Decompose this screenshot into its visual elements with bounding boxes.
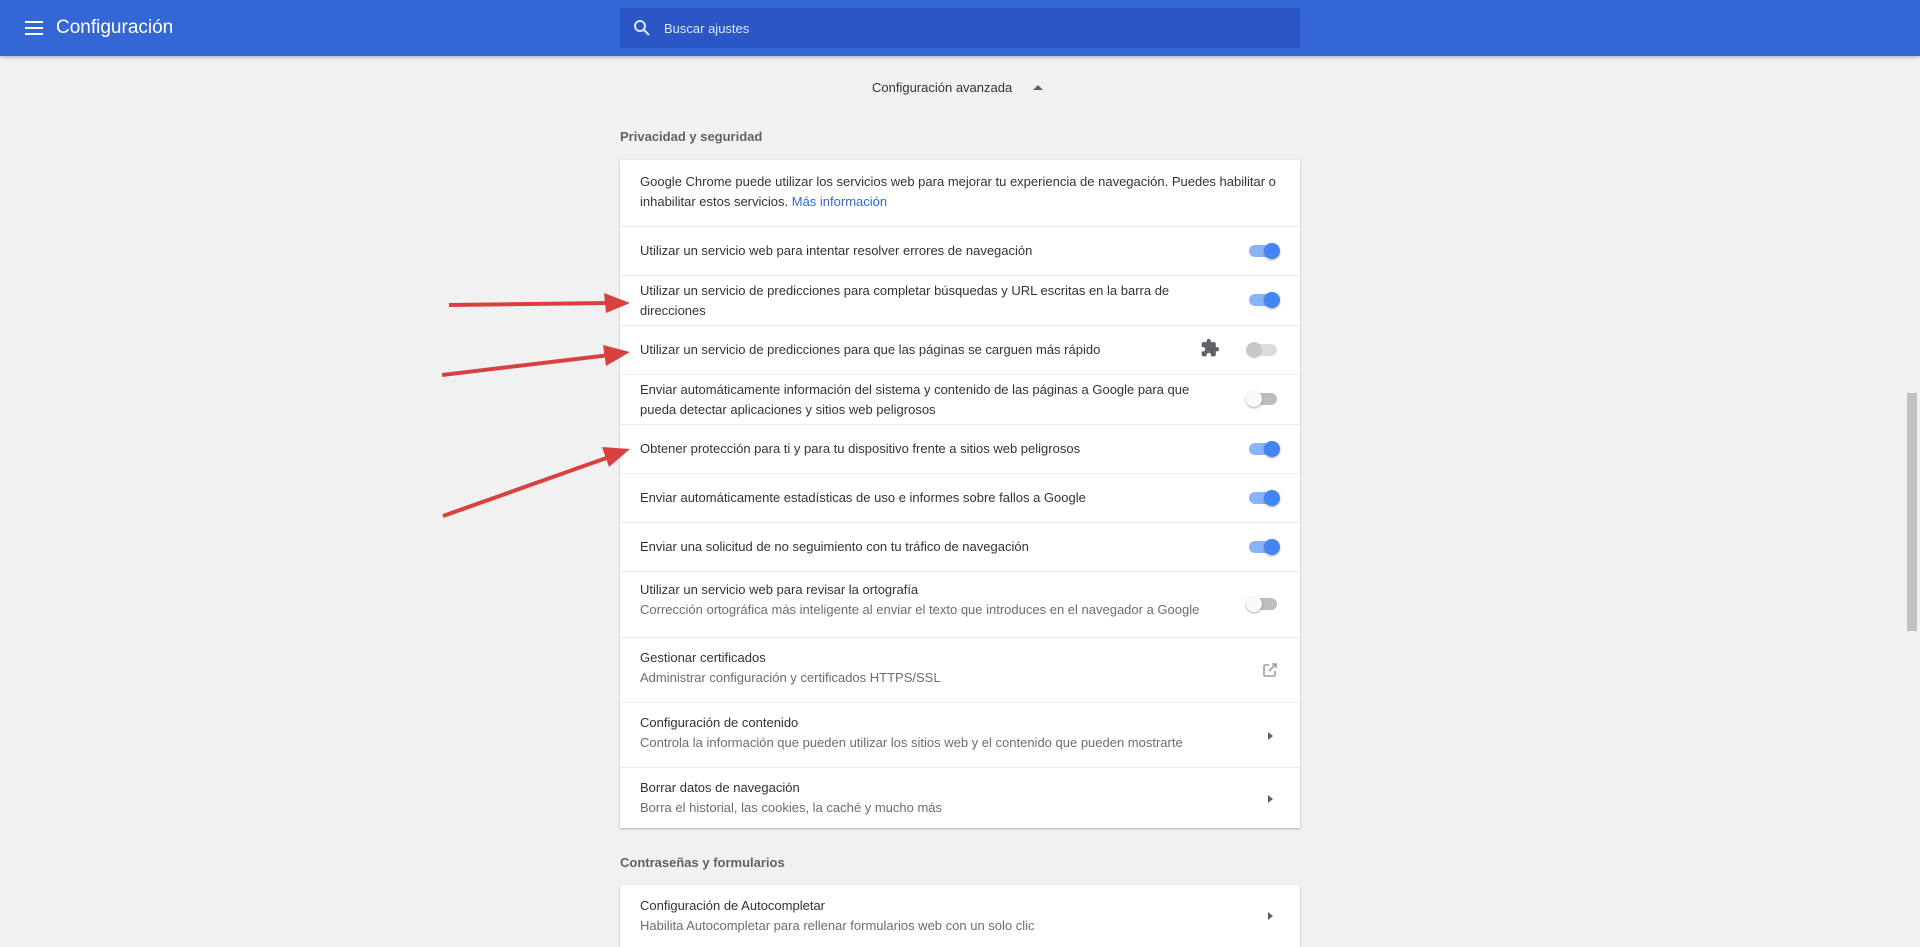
setting-label: Enviar una solicitud de no seguimiento c…	[640, 539, 1029, 554]
link-sublabel: Administrar configuración y certificados…	[640, 670, 941, 685]
advanced-settings-toggle[interactable]: Configuración avanzada	[872, 80, 1012, 96]
setting-row-usage-stats[interactable]: Enviar automáticamente estadísticas de u…	[620, 473, 1300, 522]
content-settings-text: Configuración de contenido Controla la i…	[640, 713, 1183, 753]
hamburger-menu-icon[interactable]	[22, 18, 46, 38]
toggle-safe-browsing-reports[interactable]	[1246, 389, 1280, 409]
setting-row-safe-browsing[interactable]: Obtener protección para ti y para tu dis…	[620, 424, 1300, 473]
toggle-safe-browsing[interactable]	[1246, 439, 1280, 459]
puzzle-extension-icon[interactable]	[1200, 338, 1220, 358]
app-title: Configuración	[56, 17, 174, 38]
setting-sublabel: Corrección ortográfica más inteligente a…	[640, 602, 1200, 617]
setting-label: Utilizar un servicio de predicciones par…	[640, 342, 1101, 357]
link-row-manage-certificates[interactable]: Gestionar certificados Administrar confi…	[620, 637, 1300, 702]
toggle-page-preload[interactable]	[1246, 340, 1280, 360]
link-row-clear-browsing-data[interactable]: Borrar datos de navegación Borra el hist…	[620, 767, 1300, 828]
setting-row-spellcheck[interactable]: Utilizar un servicio web para revisar la…	[620, 571, 1300, 637]
link-row-autofill[interactable]: Configuración de Autocompletar Habilita …	[620, 885, 1300, 947]
toggle-spellcheck[interactable]	[1246, 594, 1280, 614]
setting-label: Enviar automáticamente información del s…	[640, 382, 1190, 417]
privacy-intro: Google Chrome puede utilizar los servici…	[620, 160, 1300, 226]
link-sublabel: Habilita Autocompletar para rellenar for…	[640, 918, 1035, 933]
section-title-passwords: Contraseñas y formularios	[620, 855, 785, 870]
open-in-new-icon[interactable]	[1260, 660, 1280, 680]
caret-up-icon[interactable]	[1033, 83, 1043, 91]
link-label: Configuración de Autocompletar	[640, 898, 826, 913]
setting-row-safe-browsing-reports[interactable]: Enviar automáticamente información del s…	[620, 374, 1300, 424]
arrow-right-icon[interactable]	[1264, 730, 1276, 742]
search-input[interactable]	[664, 8, 1284, 48]
scrollbar-thumb[interactable]	[1907, 393, 1917, 631]
top-toolbar: Configuración	[0, 0, 1920, 56]
toggle-navigation-errors[interactable]	[1246, 241, 1280, 261]
toggle-usage-stats[interactable]	[1246, 488, 1280, 508]
setting-row-navigation-errors[interactable]: Utilizar un servicio web para intentar r…	[620, 226, 1300, 275]
autofill-text: Configuración de Autocompletar Habilita …	[640, 896, 1035, 936]
privacy-intro-text: Google Chrome puede utilizar los servici…	[640, 174, 1276, 209]
certificates-text: Gestionar certificados Administrar confi…	[640, 648, 941, 688]
section-title-privacy: Privacidad y seguridad	[620, 129, 763, 144]
setting-label: Utilizar un servicio de predicciones par…	[640, 283, 1170, 318]
link-label: Configuración de contenido	[640, 715, 799, 730]
toggle-do-not-track[interactable]	[1246, 537, 1280, 557]
privacy-card: Google Chrome puede utilizar los servici…	[620, 160, 1300, 828]
setting-row-page-preload[interactable]: Utilizar un servicio de predicciones par…	[620, 325, 1300, 374]
link-sublabel: Borra el historial, las cookies, la cach…	[640, 800, 943, 815]
arrow-right-icon[interactable]	[1264, 910, 1276, 922]
search-box[interactable]	[620, 8, 1300, 48]
setting-row-do-not-track[interactable]: Enviar una solicitud de no seguimiento c…	[620, 522, 1300, 571]
setting-label: Obtener protección para ti y para tu dis…	[640, 441, 1081, 456]
link-label: Borrar datos de navegación	[640, 780, 800, 795]
toggle-search-predictions[interactable]	[1246, 290, 1280, 310]
link-sublabel: Controla la información que pueden utili…	[640, 735, 1183, 750]
setting-label: Utilizar un servicio web para intentar r…	[640, 243, 1033, 258]
link-row-content-settings[interactable]: Configuración de contenido Controla la i…	[620, 702, 1300, 767]
arrow-right-icon[interactable]	[1264, 793, 1276, 805]
setting-label: Enviar automáticamente estadísticas de u…	[640, 490, 1086, 505]
setting-row-search-predictions[interactable]: Utilizar un servicio de predicciones par…	[620, 275, 1300, 325]
search-icon	[632, 18, 652, 38]
setting-label: Utilizar un servicio web para revisar la…	[640, 582, 919, 597]
spellcheck-text: Utilizar un servicio web para revisar la…	[640, 580, 1199, 620]
clear-data-text: Borrar datos de navegación Borra el hist…	[640, 778, 942, 818]
learn-more-link[interactable]: Más información	[792, 194, 887, 209]
link-label: Gestionar certificados	[640, 650, 766, 665]
passwords-card: Configuración de Autocompletar Habilita …	[620, 885, 1300, 947]
